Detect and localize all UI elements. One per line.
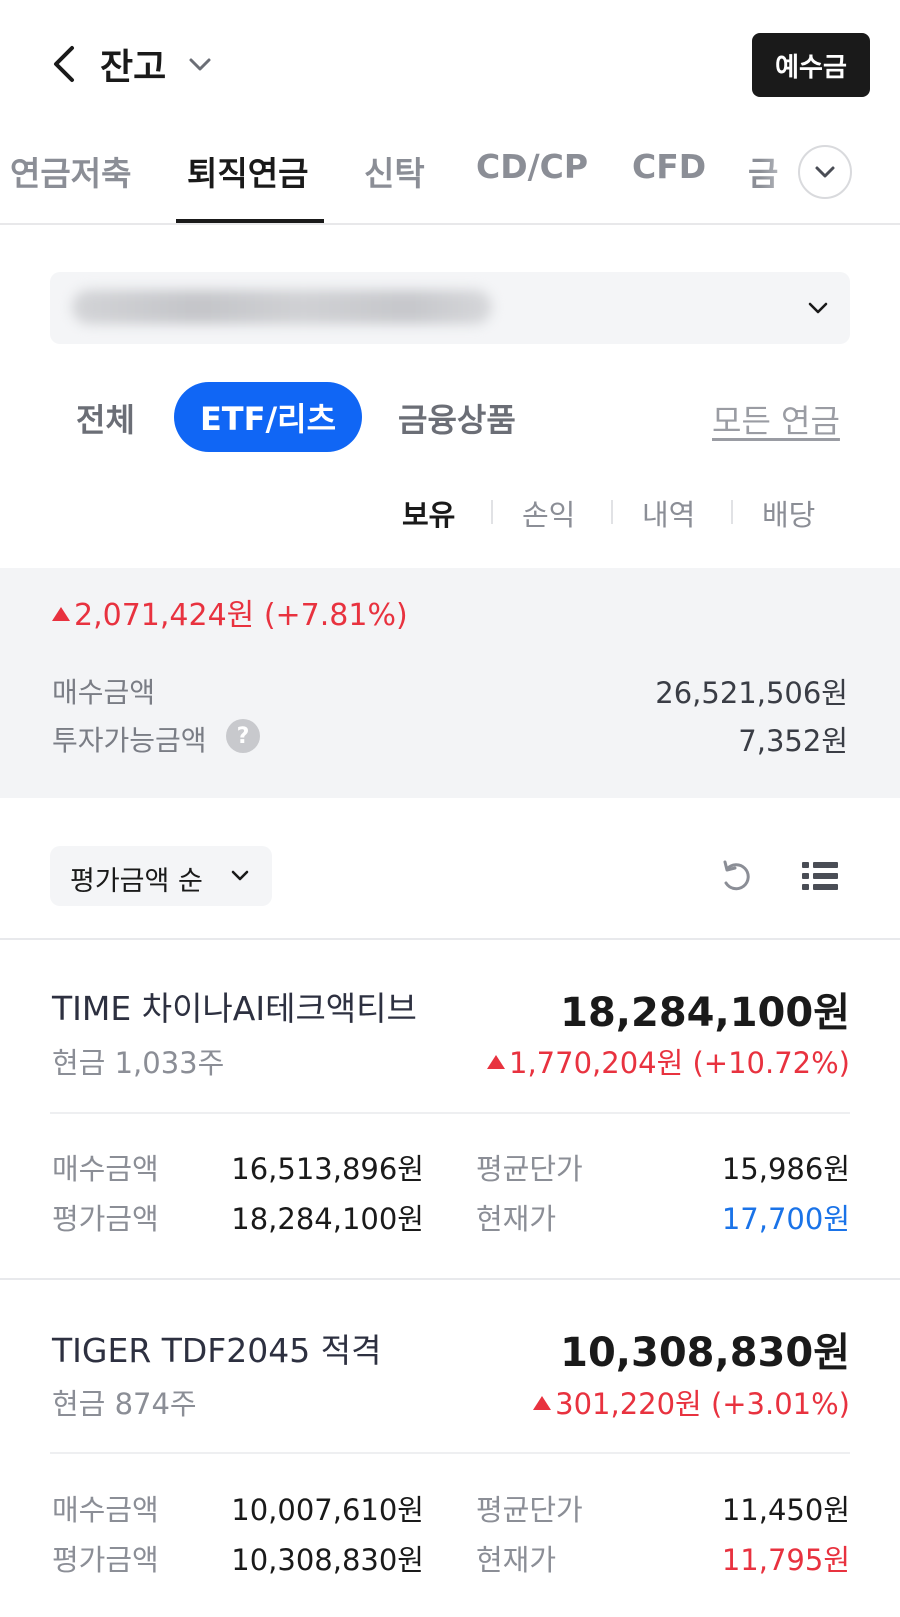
evaluation-amount-label: 평가금액 — [52, 1202, 159, 1236]
divider — [50, 1112, 850, 1114]
deposit-button[interactable]: 예수금 — [752, 33, 870, 97]
divider — [0, 938, 900, 940]
purchase-amount-label: 매수금액 — [52, 676, 156, 709]
back-arrow-icon[interactable] — [46, 42, 86, 86]
holding-name: TIME 차이나AI테크액티브 — [52, 989, 417, 1028]
divider — [50, 1452, 850, 1454]
filter-financial-products[interactable]: 금융상품 — [398, 395, 516, 441]
account-number-masked — [72, 290, 492, 324]
account-selector[interactable] — [50, 272, 850, 344]
up-triangle-icon — [52, 607, 70, 621]
tabs-more-button[interactable] — [798, 145, 852, 199]
holding-profit: 1,770,204원 (+10.72%) — [487, 1040, 850, 1082]
evaluation-amount-label: 평가금액 — [52, 1543, 159, 1577]
list-view-icon[interactable] — [800, 856, 840, 896]
chevron-down-icon — [815, 166, 835, 178]
chevron-down-icon — [231, 870, 249, 881]
filter-all[interactable]: 전체 — [76, 395, 135, 441]
holding-value: 10,308,830원 — [560, 1330, 850, 1376]
average-price-value: 15,986원 — [721, 1152, 850, 1186]
tab-trust[interactable]: 신탁 — [364, 147, 425, 195]
divider — [0, 1278, 900, 1280]
summary-panel: 2,071,424원 (+7.81%) 매수금액 26,521,506원 투자가… — [0, 568, 900, 798]
up-triangle-icon — [533, 1396, 552, 1410]
subtab-dividend[interactable]: 배당 — [762, 492, 815, 534]
current-price-value: 11,795원 — [721, 1543, 850, 1577]
total-profit: 2,071,424원 (+7.81%) — [52, 590, 408, 634]
average-price-label: 평균단가 — [476, 1152, 583, 1186]
evaluation-amount-value: 18,284,100원 — [231, 1202, 424, 1236]
tab-cdcp[interactable]: CD/CP — [476, 147, 588, 186]
subtab-holdings[interactable]: 보유 — [402, 492, 455, 534]
all-pension-link[interactable]: 모든 연금 — [712, 396, 840, 442]
holding-profit: 301,220원 (+3.01%) — [533, 1381, 850, 1423]
subtab-history[interactable]: 내역 — [642, 492, 695, 534]
category-tabs: 연금저축 퇴직연금 신탁 CD/CP CFD 금 — [0, 135, 900, 225]
page-title[interactable]: 잔고 — [100, 38, 166, 90]
holding-value: 18,284,100원 — [560, 990, 850, 1036]
active-tab-indicator — [176, 219, 324, 223]
tab-pension-savings[interactable]: 연금저축 — [10, 147, 131, 195]
tab-retirement-pension[interactable]: 퇴직연금 — [187, 147, 308, 195]
holding-quantity: 현금 1,033주 — [52, 1046, 225, 1080]
subtab-profit-loss[interactable]: 손익 — [522, 492, 575, 534]
help-icon[interactable]: ? — [226, 719, 260, 753]
top-bar: 잔고 예수금 — [0, 0, 900, 130]
evaluation-amount-value: 10,308,830원 — [231, 1543, 424, 1577]
current-price-label: 현재가 — [476, 1202, 557, 1236]
divider — [491, 500, 493, 524]
purchase-amount-value: 10,007,610원 — [231, 1493, 424, 1527]
available-amount-value: 7,352원 — [738, 724, 848, 758]
filter-etf-reits[interactable]: ETF/리츠 — [174, 382, 362, 452]
purchase-amount-label: 매수금액 — [52, 1152, 159, 1186]
holding-profit-value: 301,220원 (+3.01%) — [555, 1387, 850, 1421]
sort-dropdown[interactable]: 평가금액 순 — [50, 846, 272, 906]
divider — [731, 500, 733, 524]
tab-cfd[interactable]: CFD — [632, 147, 706, 186]
purchase-amount-label: 매수금액 — [52, 1493, 159, 1527]
sort-label: 평가금액 순 — [70, 866, 203, 897]
sub-tabs: 보유 손익 내역 배당 — [0, 488, 900, 538]
refresh-icon[interactable] — [716, 856, 756, 896]
purchase-amount-value: 26,521,506원 — [655, 676, 848, 710]
holding-profit-value: 1,770,204원 (+10.72%) — [509, 1046, 850, 1080]
available-amount-label: 투자가능금액 — [52, 724, 207, 757]
chevron-down-icon — [808, 302, 828, 314]
average-price-label: 평균단가 — [476, 1493, 583, 1527]
total-profit-value: 2,071,424원 (+7.81%) — [74, 598, 408, 633]
up-triangle-icon — [487, 1055, 505, 1069]
purchase-amount-value: 16,513,896원 — [231, 1152, 424, 1186]
current-price-value: 17,700원 — [721, 1202, 850, 1236]
divider — [611, 500, 613, 524]
holding-name: TIGER TDF2045 적격 — [52, 1331, 382, 1370]
average-price-value: 11,450원 — [721, 1493, 850, 1527]
chevron-down-icon[interactable] — [186, 52, 214, 76]
holding-quantity: 현금 874주 — [52, 1387, 197, 1421]
current-price-label: 현재가 — [476, 1543, 557, 1577]
